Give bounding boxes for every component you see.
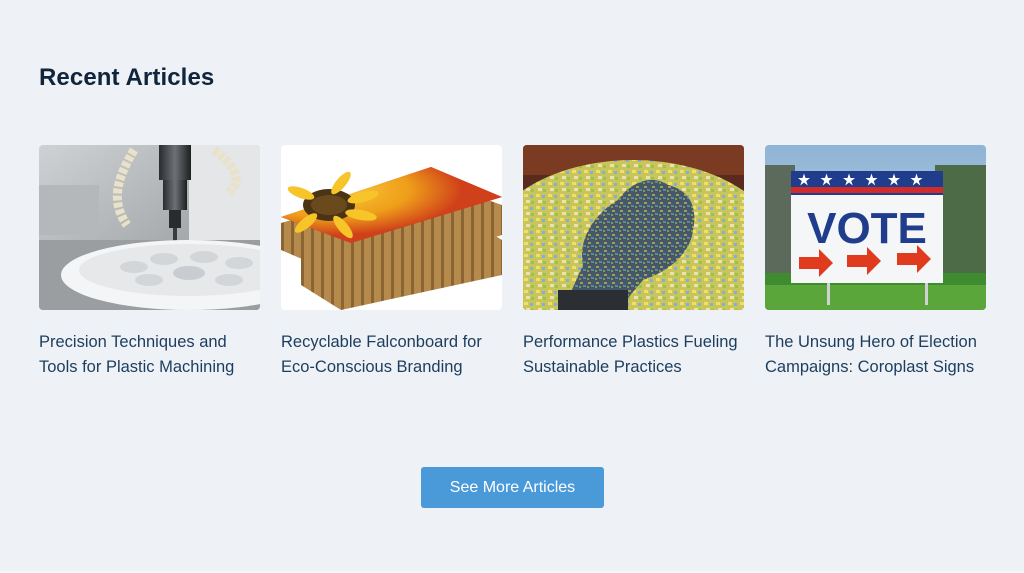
article-title[interactable]: Recyclable Falconboard for Eco-Conscious… [281,330,502,380]
article-title[interactable]: Precision Techniques and Tools for Plast… [39,330,260,380]
article-thumbnail[interactable] [281,145,502,310]
article-card[interactable]: Performance Plastics Fueling Sustainable… [523,145,744,380]
article-title[interactable]: Performance Plastics Fueling Sustainable… [523,330,744,380]
section-title: Recent Articles [39,64,215,91]
article-card[interactable]: Precision Techniques and Tools for Plast… [39,145,260,380]
article-card[interactable]: Recyclable Falconboard for Eco-Conscious… [281,145,502,380]
article-thumbnail[interactable] [523,145,744,310]
article-thumbnail[interactable]: VOTE [765,145,986,310]
article-card-list: Precision Techniques and Tools for Plast… [39,145,986,380]
vote-yard-sign-image: VOTE [765,145,986,310]
see-more-articles-button[interactable]: See More Articles [421,467,604,508]
vote-sign-text: VOTE [807,204,927,253]
gloved-hand-plastic-flakes-image [523,145,744,310]
article-card[interactable]: VOTE The Unsung Hero of Election Campaig… [765,145,986,380]
article-title[interactable]: The Unsung Hero of Election Campaigns: C… [765,330,986,380]
cnc-machining-image [39,145,260,310]
sunflower-honeycomb-board-image [281,145,502,310]
article-thumbnail[interactable] [39,145,260,310]
